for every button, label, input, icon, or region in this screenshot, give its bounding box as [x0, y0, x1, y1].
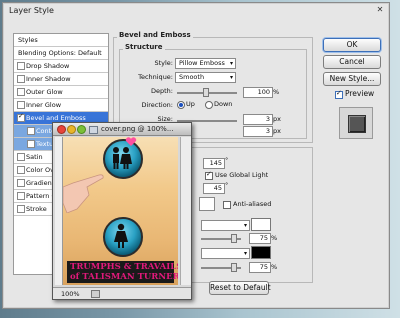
direction-label: Direction: [141, 101, 173, 109]
checkbox[interactable] [17, 205, 25, 213]
highlight-color-swatch[interactable] [251, 218, 271, 231]
close-window-icon[interactable] [57, 125, 66, 134]
shadow-opacity-input[interactable]: 75 [249, 262, 271, 273]
minimize-window-icon[interactable] [67, 125, 76, 134]
technique-label: Technique: [138, 73, 173, 81]
depth-slider-knob[interactable] [203, 88, 209, 97]
highlight-opacity-knob[interactable] [231, 234, 237, 243]
close-icon[interactable]: ✕ [375, 5, 385, 15]
soften-input[interactable]: 3 [243, 126, 273, 137]
highlight-mode-select[interactable]: ▾ [201, 220, 250, 231]
depth-unit: % [273, 88, 280, 96]
depth-input[interactable]: 100 [243, 87, 273, 98]
image-document-window[interactable]: cover.png @ 100%... TRUMPHS & TRAVAILS o… [52, 122, 192, 300]
cancel-button[interactable]: Cancel [323, 55, 381, 69]
structure-title: Structure [123, 43, 165, 51]
size-unit: px [273, 115, 281, 123]
styles-header[interactable]: Styles [14, 34, 108, 47]
checkbox[interactable] [17, 179, 25, 187]
altitude-degree: ° [225, 181, 229, 189]
checkbox[interactable] [27, 140, 35, 148]
shadow-mode-select[interactable]: ▾ [201, 248, 250, 259]
pointing-finger-icon [63, 173, 107, 215]
depth-label: Depth: [151, 87, 173, 95]
angle-degree: ° [225, 156, 229, 164]
vertical-scrollbar[interactable] [180, 137, 191, 285]
shadow-opacity-unit: % [271, 263, 278, 271]
zoom-window-icon[interactable] [77, 125, 86, 134]
checkbox[interactable] [27, 127, 35, 135]
checkbox[interactable] [17, 192, 25, 200]
highlight-opacity-input[interactable]: 75 [249, 233, 271, 244]
style-label: Style: [154, 59, 173, 67]
vertical-ruler [55, 137, 63, 285]
checkbox[interactable] [17, 153, 25, 161]
style-item-inner-shadow[interactable]: Inner Shadow [14, 73, 108, 86]
technique-select[interactable]: Smooth ▾ [175, 72, 236, 83]
document-icon [89, 126, 98, 134]
shadow-color-swatch[interactable] [251, 246, 271, 259]
style-select[interactable]: Pillow Emboss ▾ [175, 58, 236, 69]
checkbox[interactable] [17, 88, 25, 96]
altitude-input[interactable]: 45 [203, 183, 225, 194]
bevel-emboss-title: Bevel and Emboss [117, 31, 193, 39]
direction-up-radio[interactable] [177, 101, 185, 109]
zoom-level[interactable]: 100% [61, 290, 80, 298]
image-window-titlebar[interactable]: cover.png @ 100%... [53, 123, 191, 136]
soften-unit: px [273, 127, 281, 135]
checkbox[interactable] [17, 166, 25, 174]
reset-to-default-button[interactable]: Reset to Default [209, 281, 271, 295]
style-item-inner-glow[interactable]: Inner Glow [14, 99, 108, 112]
checkbox[interactable] [17, 75, 25, 83]
banner-line-2: of TALISMAN TURNER [70, 272, 178, 282]
direction-down-radio[interactable] [205, 101, 213, 109]
preview-checkbox[interactable] [335, 89, 343, 99]
new-style-button[interactable]: New Style... [323, 72, 381, 86]
anti-aliased-label: Anti-aliased [233, 200, 272, 208]
status-menu-icon[interactable] [91, 290, 100, 298]
use-global-light-checkbox[interactable] [205, 170, 213, 180]
use-global-light-label: Use Global Light [215, 171, 269, 179]
chevron-down-icon: ▾ [229, 60, 233, 67]
preview-thumbnail [339, 107, 373, 139]
woman-icon [103, 217, 143, 257]
image-canvas[interactable]: TRUMPHS & TRAVAILS of TALISMAN TURNER [63, 137, 178, 285]
couple-icon [103, 139, 143, 179]
style-item-drop-shadow[interactable]: Drop Shadow [14, 60, 108, 73]
title-banner: TRUMPHS & TRAVAILS of TALISMAN TURNER [67, 261, 178, 283]
dialog-title: Layer Style [9, 6, 54, 15]
preview-swatch [348, 115, 366, 133]
size-input[interactable]: 3 [243, 114, 273, 125]
chevron-down-icon: ▾ [229, 74, 233, 81]
preview-label: Preview [345, 89, 375, 98]
checkbox[interactable] [17, 112, 25, 122]
heart-icon [125, 137, 137, 149]
blending-options-item[interactable]: Blending Options: Default [14, 47, 108, 60]
chevron-down-icon: ▾ [243, 250, 247, 257]
angle-input[interactable]: 145 [203, 158, 225, 169]
image-window-title: cover.png @ 100%... [101, 125, 174, 133]
checkbox[interactable] [17, 101, 25, 109]
image-window-statusbar: 100% [53, 287, 191, 299]
checkbox[interactable] [17, 62, 25, 70]
dialog-titlebar[interactable]: Layer Style ✕ [3, 3, 389, 17]
direction-down-label: Down [214, 100, 233, 108]
style-item-outer-glow[interactable]: Outer Glow [14, 86, 108, 99]
direction-up-label: Up [186, 100, 195, 108]
anti-aliased-checkbox[interactable] [223, 201, 231, 209]
highlight-opacity-unit: % [271, 234, 278, 242]
shadow-opacity-knob[interactable] [231, 263, 237, 272]
ok-button[interactable]: OK [323, 38, 381, 52]
gloss-contour-picker[interactable] [199, 197, 215, 211]
chevron-down-icon: ▾ [243, 222, 247, 229]
banner-line-1: TRUMPHS & TRAVAILS [70, 262, 178, 272]
